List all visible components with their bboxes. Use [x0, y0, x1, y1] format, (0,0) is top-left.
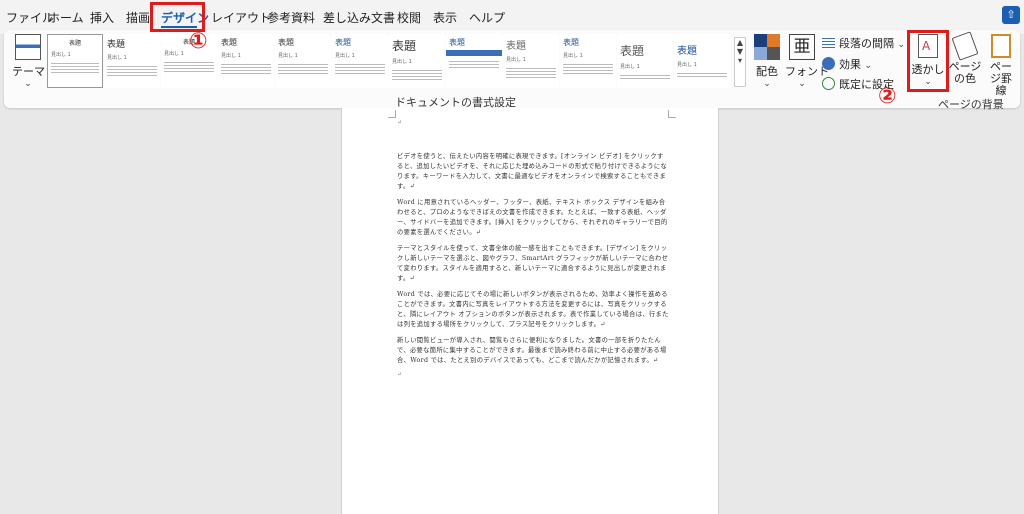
effects-icon [822, 57, 835, 70]
menu-view[interactable]: 表示 [433, 9, 457, 26]
doc-paragraph-1: ビデオを使うと、伝えたい内容を明確に表現できます。[オンライン ビデオ] をクリ… [397, 153, 668, 190]
doc-paragraph-4: Word では、必要に応じてその場に新しいボタンが表示されるため、効率よく操作を… [397, 291, 669, 328]
margin-corner-marker [668, 110, 676, 118]
paragraph-spacing-icon [822, 36, 835, 49]
menu-layout[interactable]: レイアウト [211, 9, 271, 26]
menu-home[interactable]: ホーム [48, 9, 84, 26]
paragraph-mark: ↵ [397, 371, 403, 378]
menu-help[interactable]: ヘルプ [469, 9, 505, 26]
doc-paragraph-2: Word に用意されているヘッダー、フッター、表紙、テキスト ボックス デザイン… [397, 199, 668, 236]
paragraph-mark: ↵ [397, 119, 403, 126]
page-border-icon [991, 34, 1011, 58]
gallery-item[interactable]: 表題 見出し 1 [503, 34, 559, 88]
style-gallery: 表題 見出し 1 表題 見出し 1 表題 見出し 1 表題 見出し 1 表題 見… [47, 34, 732, 88]
gallery-item[interactable]: 表題 見出し 1 [674, 34, 730, 88]
check-circle-icon [822, 77, 835, 90]
theme-icon [15, 34, 41, 60]
annotation-box-watermark [907, 30, 949, 92]
effects-button[interactable]: 効果 ⌄ [822, 56, 872, 72]
gallery-item[interactable]: 表題 [446, 34, 502, 88]
paint-bucket-icon [951, 31, 979, 61]
gallery-item[interactable]: 表題 見出し 1 [617, 34, 673, 88]
menu-draw[interactable]: 描画 [126, 9, 150, 26]
theme-button[interactable]: テーマ ⌄ [12, 34, 45, 89]
menu-insert[interactable]: 挿入 [90, 9, 114, 26]
fonts-label: フォント [785, 65, 829, 78]
gallery-item[interactable]: 表題 見出し 1 [560, 34, 616, 88]
annotation-box-design-tab [150, 2, 205, 32]
menu-file[interactable]: ファイル [6, 9, 54, 26]
fonts-button[interactable]: 亜 フォント ⌄ [785, 34, 829, 89]
doc-paragraph-3: テーマとスタイルを使って、文書全体の統一感を出すこともできます。[デザイン] を… [397, 245, 669, 282]
page-border-button[interactable]: ページ罫線 [985, 34, 1017, 97]
annotation-step2: ② [878, 84, 897, 109]
theme-label: テーマ [12, 65, 45, 78]
document-page[interactable]: ↵ ビデオを使うと、伝えたい内容を明確に表現できます。[オンライン ビデオ] を… [341, 108, 719, 514]
paragraph-spacing-button[interactable]: 段落の間隔 ⌄ [822, 35, 905, 51]
chevron-down-icon: ⌄ [24, 79, 32, 89]
gallery-item[interactable]: 表題 見出し 1 [275, 34, 331, 88]
page-color-button[interactable]: ページの色 [948, 31, 982, 85]
doc-paragraph-5: 新しい閲覧ビューが導入され、閲覧もさらに便利になりました。文書の一部を折りたたん… [397, 337, 667, 364]
font-icon: 亜 [789, 34, 815, 60]
chevron-down-icon: ⌄ [763, 79, 771, 89]
gallery-item[interactable]: 表題 見出し 1 [104, 34, 160, 88]
palette-icon [754, 34, 780, 60]
page-color-label: ページの色 [948, 60, 982, 85]
page-border-label: ページ罫線 [990, 60, 1012, 97]
annotation-step1: ① [189, 29, 208, 54]
share-icon[interactable]: ⇧ [1002, 6, 1020, 24]
gallery-item[interactable]: 表題 見出し 1 [47, 34, 103, 88]
chevron-down-icon: ⌄ [798, 79, 806, 89]
menu-references[interactable]: 参考資料 [267, 9, 315, 26]
gallery-item[interactable]: 表題 見出し 1 [218, 34, 274, 88]
gallery-item[interactable]: 表題 見出し 1 [389, 34, 445, 88]
menu-review[interactable]: 校閲 [397, 9, 421, 26]
gallery-scroll[interactable]: ▲ ▼ ▾ [734, 37, 746, 87]
colors-button[interactable]: 配色 ⌄ [752, 34, 782, 89]
group-label-page-background: ページの背景 [938, 98, 1004, 111]
gallery-item[interactable]: 表題 見出し 1 [332, 34, 388, 88]
margin-corner-marker [388, 110, 396, 118]
menu-mailings[interactable]: 差し込み文書 [323, 9, 395, 26]
colors-label: 配色 [756, 65, 778, 78]
